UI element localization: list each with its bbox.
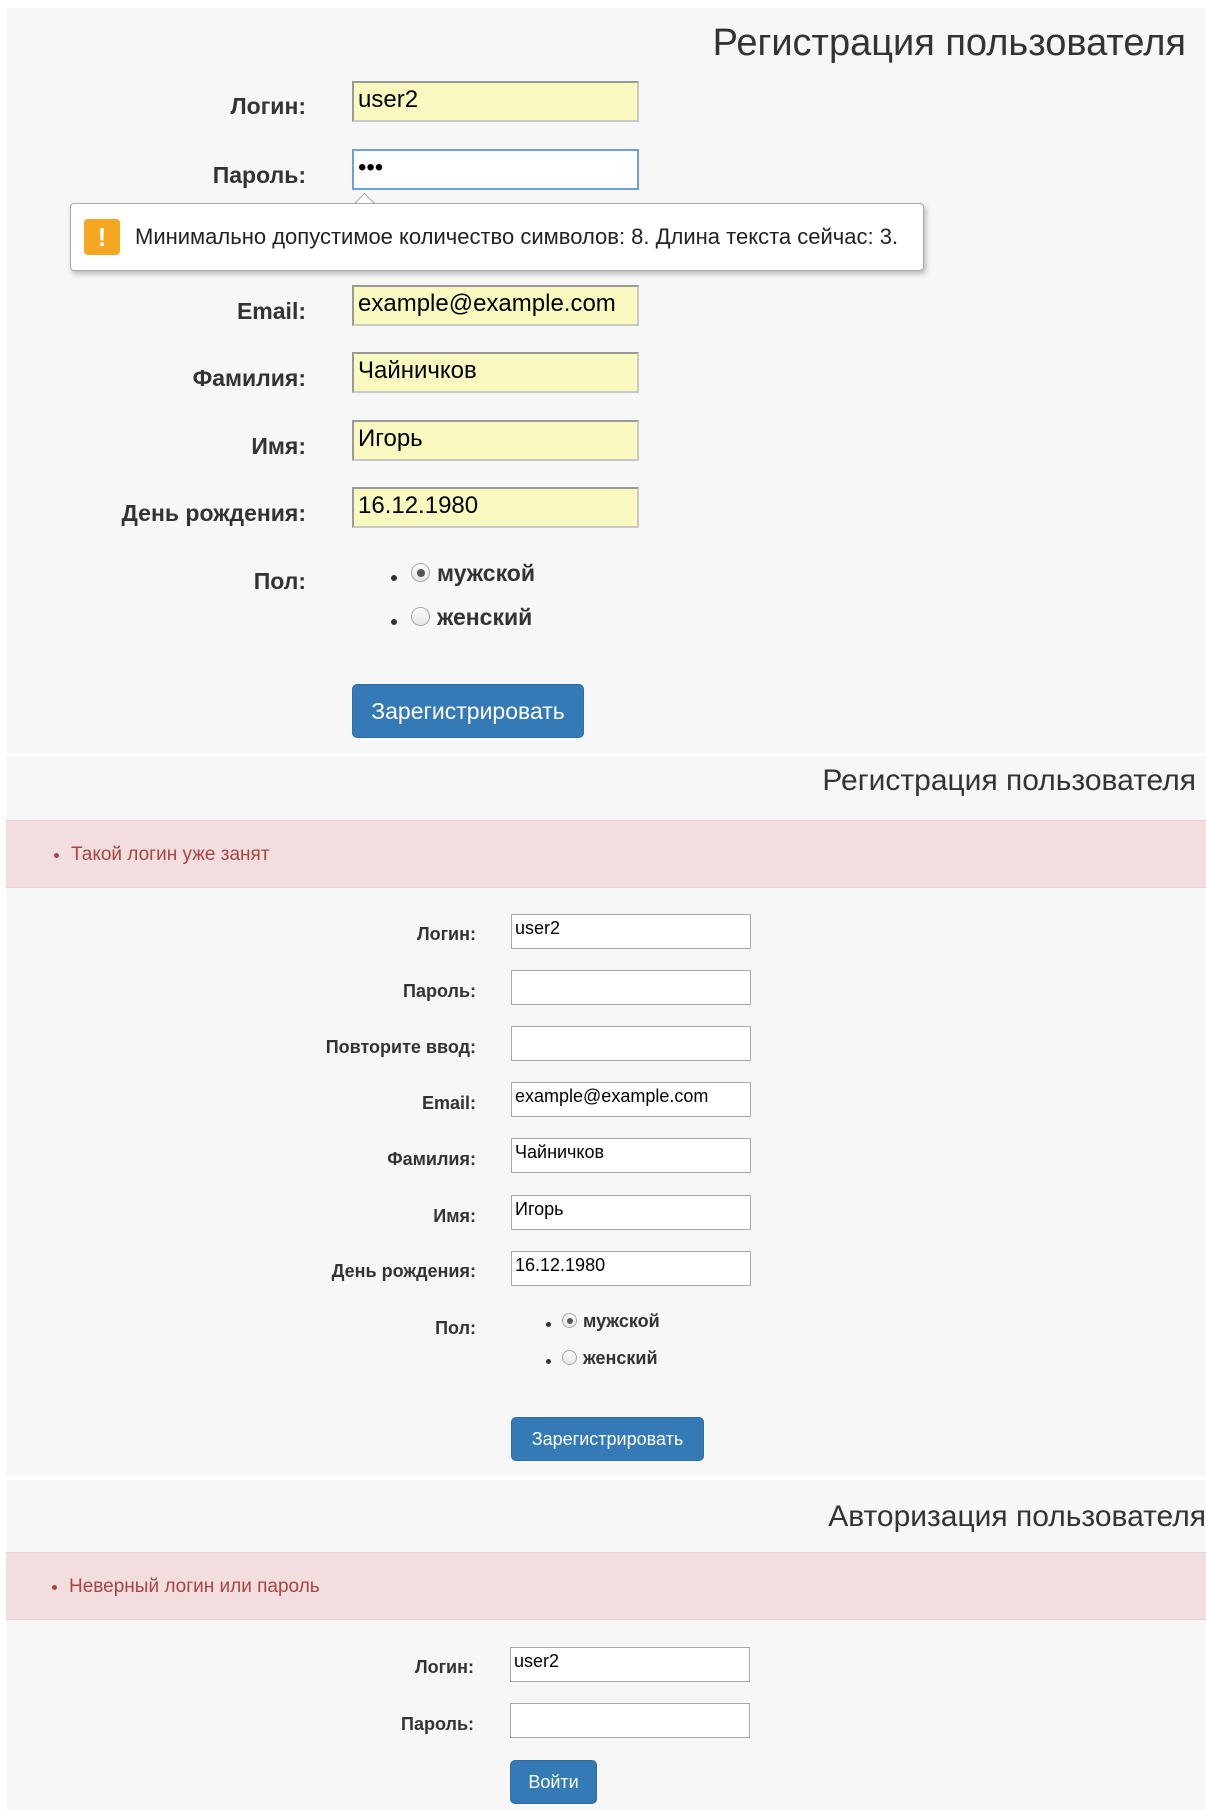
surname-label: Фамилия: — [192, 365, 306, 391]
email-input[interactable] — [352, 285, 639, 326]
list-bullet — [391, 575, 397, 581]
page-title: Регистрация пользователя — [822, 764, 1196, 797]
login-button[interactable]: Войти — [510, 1760, 597, 1804]
radio-female-label: женский — [437, 604, 533, 630]
name-label: Имя: — [251, 433, 306, 459]
login-label: Логин: — [230, 93, 306, 119]
radio-female[interactable] — [411, 607, 430, 626]
list-bullet — [546, 1322, 551, 1327]
list-bullet — [391, 619, 397, 625]
password-input[interactable] — [511, 970, 751, 1005]
login-input[interactable] — [352, 81, 639, 122]
list-bullet — [54, 853, 59, 858]
radio-male[interactable] — [411, 563, 430, 582]
name-label: Имя: — [433, 1206, 476, 1226]
birthday-label: День рождения: — [121, 500, 306, 526]
radio-female-label: женский — [583, 1348, 658, 1368]
gender-option-female[interactable]: женский — [546, 1348, 676, 1372]
error-message: Неверный логин или пароль — [69, 1576, 320, 1597]
radio-male[interactable] — [562, 1313, 577, 1328]
gender-label: Пол: — [435, 1318, 476, 1338]
radio-male-label: мужской — [583, 1311, 660, 1331]
birthday-input[interactable] — [511, 1251, 751, 1286]
radio-selected-dot — [416, 568, 425, 577]
radio-selected-dot — [566, 1317, 573, 1324]
surname-label: Фамилия: — [387, 1149, 476, 1169]
name-input[interactable] — [352, 420, 639, 461]
surname-input[interactable] — [352, 352, 639, 393]
page-title: Авторизация пользователя — [828, 1500, 1206, 1533]
error-alert: Неверный логин или пароль — [6, 1552, 1206, 1620]
login-label: Логин: — [416, 924, 476, 944]
password-label: Пароль: — [401, 1714, 474, 1734]
validation-tooltip: ! Минимально допустимое количество симво… — [70, 203, 924, 271]
authorization-form: Авторизация пользователя Неверный логин … — [6, 1480, 1206, 1810]
repeat-password-label: Повторите ввод: — [325, 1037, 476, 1057]
surname-input[interactable] — [511, 1138, 751, 1173]
password-input[interactable] — [352, 149, 639, 190]
password-input[interactable] — [510, 1703, 750, 1738]
birthday-label: День рождения: — [331, 1261, 476, 1281]
radio-male-label: мужской — [437, 560, 535, 586]
email-label: Email: — [421, 1093, 476, 1113]
login-input[interactable] — [511, 914, 751, 949]
page-title: Регистрация пользователя — [712, 22, 1186, 64]
radio-female[interactable] — [562, 1350, 577, 1365]
registration-form-validation: Регистрация пользователя Логин: Пароль: … — [6, 8, 1206, 753]
error-message: Такой логин уже занят — [71, 844, 270, 865]
registration-form-error: Регистрация пользователя Такой логин уже… — [6, 756, 1206, 1476]
password-label: Пароль: — [212, 162, 306, 188]
name-input[interactable] — [511, 1195, 751, 1230]
gender-option-male[interactable]: мужской — [391, 560, 551, 590]
birthday-input[interactable] — [352, 487, 639, 528]
validation-message: Минимально допустимое количество символо… — [135, 224, 899, 249]
password-label: Пароль: — [403, 981, 476, 1001]
gender-label: Пол: — [253, 568, 306, 594]
gender-option-male[interactable]: мужской — [546, 1311, 676, 1335]
warning-icon: ! — [84, 219, 120, 255]
email-label: Email: — [236, 298, 306, 324]
login-input[interactable] — [510, 1647, 750, 1682]
register-button[interactable]: Зарегистрировать — [352, 684, 584, 738]
list-bullet — [52, 1585, 57, 1590]
register-button[interactable]: Зарегистрировать — [511, 1417, 704, 1461]
email-input[interactable] — [511, 1082, 751, 1117]
gender-option-female[interactable]: женский — [391, 604, 551, 634]
login-label: Логин: — [414, 1657, 474, 1677]
error-alert: Такой логин уже занят — [6, 820, 1206, 888]
repeat-password-input[interactable] — [511, 1026, 751, 1061]
list-bullet — [546, 1359, 551, 1364]
